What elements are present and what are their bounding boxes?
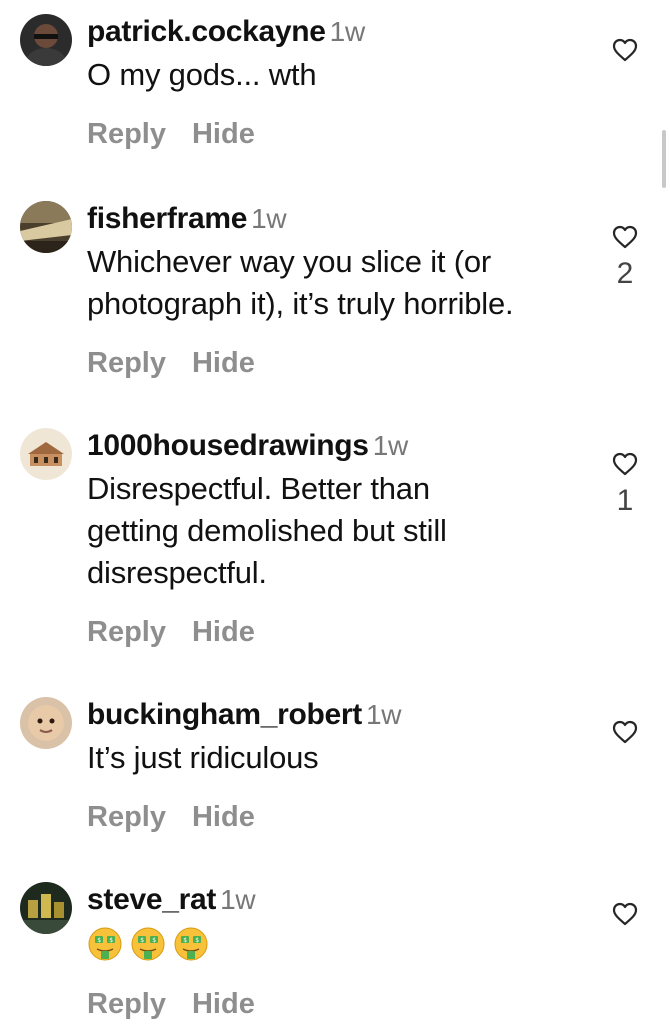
timestamp: 1w <box>365 699 402 730</box>
reply-button[interactable]: Reply <box>87 347 166 379</box>
comment-actions: Reply Hide <box>87 343 587 383</box>
comment-header: steve_rat 1w <box>87 878 587 922</box>
comment-text: $ $ $ $ $ $ <box>87 922 587 962</box>
like-count: 2 <box>616 257 634 290</box>
svg-text:$: $ <box>195 937 199 944</box>
comment-text: Whichever way you slice it (or photograp… <box>87 244 514 321</box>
svg-text:$: $ <box>183 937 187 944</box>
svg-text:$: $ <box>152 937 156 944</box>
username[interactable]: buckingham_robert <box>87 698 362 731</box>
comment-header: fisherframe 1w <box>87 197 587 241</box>
username[interactable]: 1000housedrawings <box>87 429 369 462</box>
hide-button[interactable]: Hide <box>192 616 255 648</box>
comment-actions: Reply Hide <box>87 984 587 1024</box>
heart-icon <box>612 452 638 476</box>
heart-icon <box>612 225 638 249</box>
heart-icon <box>612 720 638 744</box>
svg-text:$: $ <box>97 937 101 944</box>
comment-header: buckingham_robert 1w <box>87 693 587 737</box>
hide-button[interactable]: Hide <box>192 801 255 833</box>
comment-actions: Reply Hide <box>87 114 587 154</box>
comment-text: O my gods... wth <box>87 57 317 92</box>
avatar[interactable] <box>20 201 72 253</box>
avatar[interactable] <box>20 428 72 480</box>
hide-button[interactable]: Hide <box>192 988 255 1020</box>
like-button[interactable]: 2 <box>611 225 639 291</box>
avatar[interactable] <box>20 14 72 66</box>
like-button[interactable] <box>611 720 639 744</box>
reply-button[interactable]: Reply <box>87 801 166 833</box>
username[interactable]: patrick.cockayne <box>87 15 326 48</box>
emoji-row: $ $ $ $ $ $ <box>87 922 587 962</box>
comment-header: patrick.cockayne 1w <box>87 10 587 54</box>
reply-button[interactable]: Reply <box>87 616 166 648</box>
avatar[interactable] <box>20 882 72 934</box>
comment-actions: Reply Hide <box>87 797 587 837</box>
timestamp: 1w <box>329 16 366 47</box>
timestamp: 1w <box>251 203 287 234</box>
timestamp: 1w <box>220 884 256 915</box>
svg-text:$: $ <box>140 937 144 944</box>
avatar[interactable] <box>20 697 72 749</box>
comment-header: 1000housedrawings 1w <box>87 424 587 468</box>
comment-actions: Reply Hide <box>87 612 587 652</box>
hide-button[interactable]: Hide <box>192 118 255 150</box>
like-button[interactable] <box>611 38 639 62</box>
heart-icon <box>612 38 638 62</box>
like-button[interactable]: 1 <box>611 452 639 518</box>
svg-text:$: $ <box>109 937 113 944</box>
timestamp: 1w <box>372 430 409 461</box>
reply-button[interactable]: Reply <box>87 118 166 150</box>
like-count: 1 <box>616 484 634 517</box>
heart-icon <box>612 902 638 926</box>
comment-text: Disrespectful. Better than getting demol… <box>87 471 447 590</box>
money-mouth-face-icon: $ $ <box>88 927 122 961</box>
comment-text: It’s just ridiculous <box>87 740 319 775</box>
username[interactable]: steve_rat <box>87 883 216 916</box>
scrollbar[interactable] <box>662 130 666 188</box>
like-button[interactable] <box>611 902 639 926</box>
reply-button[interactable]: Reply <box>87 988 166 1020</box>
hide-button[interactable]: Hide <box>192 347 255 379</box>
username[interactable]: fisherframe <box>87 202 247 235</box>
money-mouth-face-icon: $ $ <box>174 927 208 961</box>
money-mouth-face-icon: $ $ <box>131 927 165 961</box>
